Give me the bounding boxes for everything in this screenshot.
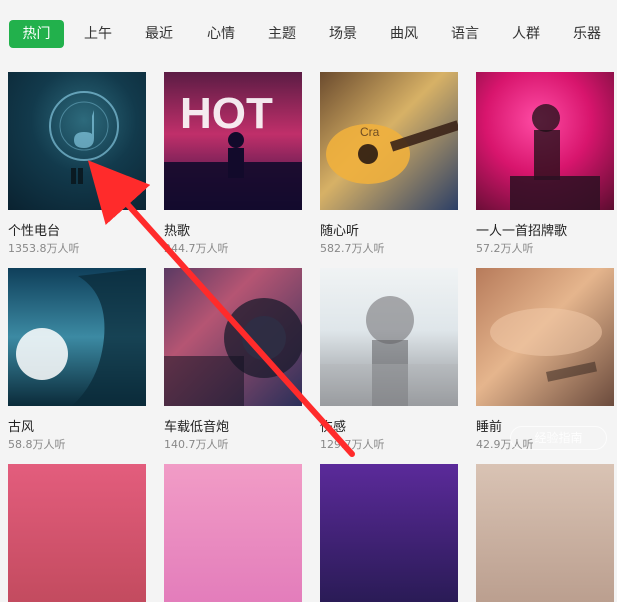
hot-text: HOT xyxy=(180,89,273,138)
playlist-card[interactable] xyxy=(476,464,614,602)
listener-count: 57.2万人听 xyxy=(476,242,534,255)
playlist-card[interactable]: 睡前 42.9万人听 xyxy=(476,268,614,451)
listener-count: 1353.8万人听 xyxy=(8,242,80,255)
cover-image xyxy=(8,268,146,406)
playlist-card[interactable]: Cra 随心听 582.7万人听 xyxy=(320,72,458,255)
hot-songs-artwork: HOT xyxy=(164,89,302,210)
sad-artwork xyxy=(320,296,458,406)
cover-image xyxy=(476,72,614,210)
card-title: 古风 xyxy=(8,420,35,435)
cover-image: HOT xyxy=(164,72,302,210)
tab-recent[interactable]: 最近 xyxy=(133,20,185,48)
tab-style[interactable]: 曲风 xyxy=(378,20,430,48)
listener-count: 129.7万人听 xyxy=(320,438,385,451)
car-bass-artwork xyxy=(164,298,302,406)
playlist-card[interactable]: 伤感 129.7万人听 xyxy=(320,268,458,451)
tab-scene[interactable]: 场景 xyxy=(317,20,369,48)
card-title: 热歌 xyxy=(164,224,191,239)
tab-crowd[interactable]: 人群 xyxy=(500,20,552,48)
listener-count: 582.7万人听 xyxy=(320,242,385,255)
listener-count: 140.7万人听 xyxy=(164,438,229,451)
guitar-brand-text: Cra xyxy=(360,125,380,139)
card-title: 个性电台 xyxy=(8,224,61,239)
cover-image: Cra xyxy=(320,72,458,210)
watermark: 经验指南 xyxy=(510,426,607,450)
playlist-card[interactable] xyxy=(320,464,458,602)
playlist-card[interactable]: 个性电台 1353.8万人听 xyxy=(8,72,146,255)
playlist-card[interactable] xyxy=(164,464,302,602)
playlist-card[interactable]: 古风 58.8万人听 xyxy=(8,268,146,451)
cover-image xyxy=(8,464,146,602)
tab-mood[interactable]: 心情 xyxy=(195,20,247,48)
tab-morning[interactable]: 上午 xyxy=(72,20,124,48)
cover-image xyxy=(476,268,614,406)
cover-image xyxy=(320,268,458,406)
tab-hot[interactable]: 热门 xyxy=(9,20,64,48)
tab-instrument[interactable]: 乐器 xyxy=(561,20,613,48)
card-title: 一人一首招牌歌 xyxy=(476,224,568,239)
cover-image xyxy=(164,464,302,602)
card-title: 车载低音炮 xyxy=(164,420,230,435)
card-title: 随心听 xyxy=(320,224,360,239)
guitar-artwork: Cra xyxy=(326,120,458,184)
playlist-card[interactable] xyxy=(8,464,146,602)
bedtime-artwork xyxy=(490,308,602,382)
personal-radio-artwork xyxy=(49,91,119,184)
cover-image xyxy=(320,464,458,602)
category-tabbar: 热门 上午 最近 心情 主题 场景 曲风 语言 人群 乐器 xyxy=(0,0,617,64)
cover-image xyxy=(476,464,614,602)
ancient-style-artwork xyxy=(16,268,146,406)
playlist-card[interactable]: 一人一首招牌歌 57.2万人听 xyxy=(476,72,614,255)
cover-image xyxy=(8,72,146,210)
playlist-card[interactable]: 车载低音炮 140.7万人听 xyxy=(164,268,302,451)
card-title: 伤感 xyxy=(320,420,347,435)
listener-count: 58.8万人听 xyxy=(8,438,66,451)
listener-count: 244.7万人听 xyxy=(164,242,229,255)
tab-theme[interactable]: 主题 xyxy=(256,20,308,48)
cover-image xyxy=(164,268,302,406)
tab-language[interactable]: 语言 xyxy=(439,20,491,48)
singer-artwork xyxy=(510,104,600,210)
playlist-card[interactable]: HOT 热歌 244.7万人听 xyxy=(164,72,302,255)
